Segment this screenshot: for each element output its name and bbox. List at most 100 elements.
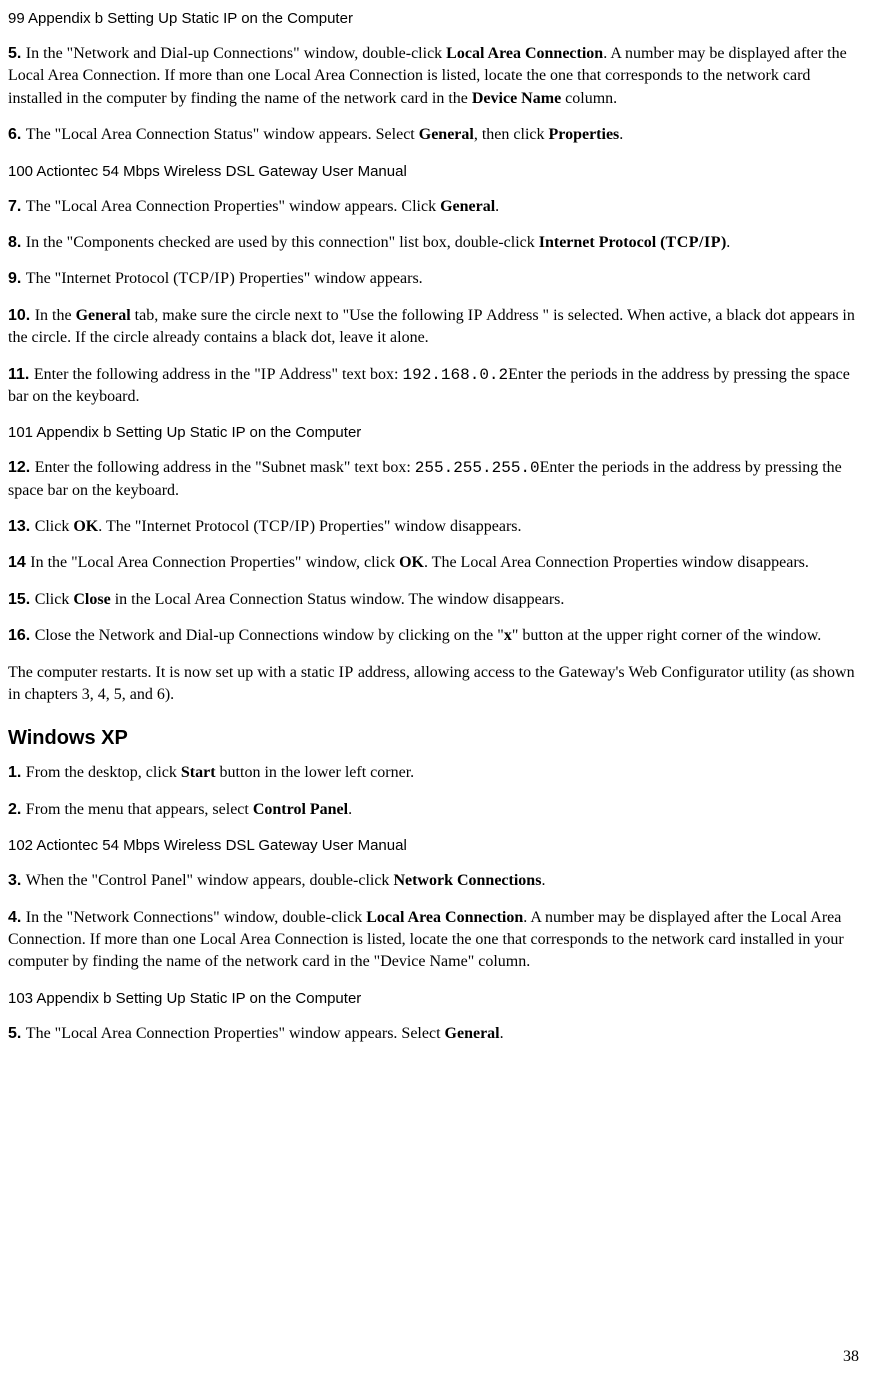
- page-header-99: 99 Appendix b Setting Up Static IP on th…: [8, 8, 867, 29]
- text: .: [500, 1025, 504, 1042]
- step-7: 7. The "Local Area Connection Properties…: [8, 196, 867, 218]
- text: When the "Control Panel" window appears,…: [26, 872, 394, 889]
- text: .: [348, 801, 352, 818]
- restart-paragraph: The computer restarts. It is now set up …: [8, 662, 867, 707]
- text: Click: [35, 591, 74, 608]
- bold-text: Local Area Connection: [366, 909, 523, 926]
- page-header-100: 100 Actiontec 54 Mbps Wireless DSL Gatew…: [8, 161, 867, 182]
- text: The "Local Area Connection Status" windo…: [26, 126, 419, 143]
- text: From the menu that appears, select: [26, 801, 253, 818]
- text: .: [619, 126, 623, 143]
- step-5: 5. In the "Network and Dial-up Connectio…: [8, 43, 867, 110]
- small-caps: TCP/IP: [259, 518, 310, 535]
- step-number: 7.: [8, 198, 26, 215]
- text: The computer restarts. It is now set up …: [8, 664, 339, 681]
- text: , then click: [474, 126, 549, 143]
- small-caps: IP: [261, 366, 276, 383]
- text: tab, make sure the circle next to "Use t…: [131, 307, 468, 324]
- text: .: [495, 198, 499, 215]
- step-number: 5.: [8, 1025, 26, 1042]
- step-number: 12.: [8, 459, 35, 476]
- text: . The "Internet Protocol (: [98, 518, 258, 535]
- step-11: 11. Enter the following address in the "…: [8, 364, 867, 409]
- step-number: 13.: [8, 518, 35, 535]
- step-number: 10.: [8, 307, 35, 324]
- text: The "Internet Protocol (: [26, 270, 179, 287]
- xp-step-2: 2. From the menu that appears, select Co…: [8, 799, 867, 821]
- step-8: 8. In the "Components checked are used b…: [8, 232, 867, 254]
- step-number: 14: [8, 554, 30, 571]
- text: . The Local Area Connection Properties w…: [424, 554, 809, 571]
- text: In the "Local Area Connection Properties…: [30, 554, 399, 571]
- text: ) Properties" window disappears.: [310, 518, 522, 535]
- xp-step-1: 1. From the desktop, click Start button …: [8, 762, 867, 784]
- text: .: [726, 234, 730, 251]
- small-caps: IP: [468, 307, 483, 324]
- step-13: 13. Click OK. The "Internet Protocol (TC…: [8, 516, 867, 538]
- step-number: 6.: [8, 126, 26, 143]
- text: In the "Network and Dial-up Connections"…: [26, 45, 446, 62]
- text: " button at the upper right corner of th…: [512, 627, 821, 644]
- text: .: [541, 872, 545, 889]
- text: The "Local Area Connection Properties" w…: [26, 1025, 445, 1042]
- step-15: 15. Click Close in the Local Area Connec…: [8, 589, 867, 611]
- text: Click: [35, 518, 74, 535]
- bold-text: Control Panel: [253, 801, 348, 818]
- text: The "Local Area Connection Properties" w…: [26, 198, 440, 215]
- text: From the desktop, click: [26, 764, 181, 781]
- page-header-102: 102 Actiontec 54 Mbps Wireless DSL Gatew…: [8, 835, 867, 856]
- step-number: 5.: [8, 45, 26, 62]
- text: button in the lower left corner.: [216, 764, 415, 781]
- step-6: 6. The "Local Area Connection Status" wi…: [8, 124, 867, 146]
- small-caps: TCP/IP: [179, 270, 230, 287]
- page-number: 38: [843, 1346, 859, 1368]
- text: column.: [561, 90, 617, 107]
- small-caps: IP: [339, 664, 354, 681]
- step-number: 11.: [8, 366, 34, 383]
- step-number: 4.: [8, 909, 26, 926]
- text: Enter the following address in the "Subn…: [35, 459, 415, 476]
- page-header-103: 103 Appendix b Setting Up Static IP on t…: [8, 988, 867, 1009]
- xp-step-3: 3. When the "Control Panel" window appea…: [8, 870, 867, 892]
- step-9: 9. The "Internet Protocol (TCP/IP) Prope…: [8, 268, 867, 290]
- step-number: 1.: [8, 764, 26, 781]
- bold-text: Network Connections: [393, 872, 541, 889]
- monospace-text: 192.168.0.2: [403, 366, 509, 384]
- text: Close the Network and Dial-up Connection…: [35, 627, 504, 644]
- step-14: 14 In the "Local Area Connection Propert…: [8, 552, 867, 574]
- step-12: 12. Enter the following address in the "…: [8, 457, 867, 502]
- step-number: 16.: [8, 627, 35, 644]
- bold-text: OK: [399, 554, 424, 571]
- text: Address" text box:: [276, 366, 403, 383]
- step-number: 9.: [8, 270, 26, 287]
- step-number: 2.: [8, 801, 26, 818]
- step-number: 3.: [8, 872, 26, 889]
- bold-text: Properties: [548, 126, 619, 143]
- step-number: 15.: [8, 591, 35, 608]
- bold-text: General: [76, 307, 131, 324]
- bold-text: Device Name: [472, 90, 561, 107]
- text: Enter the following address in the ": [34, 366, 261, 383]
- section-heading-windows-xp: Windows XP: [8, 724, 867, 752]
- text: In the "Components checked are used by t…: [26, 234, 539, 251]
- bold-text: Close: [73, 591, 110, 608]
- bold-text: General: [419, 126, 474, 143]
- monospace-text: 255.255.255.0: [415, 459, 540, 477]
- bold-text: Internet Protocol (TCP/IP): [539, 234, 727, 251]
- xp-step-5: 5. The "Local Area Connection Properties…: [8, 1023, 867, 1045]
- page-header-101: 101 Appendix b Setting Up Static IP on t…: [8, 422, 867, 443]
- bold-text: x: [504, 627, 512, 644]
- step-16: 16. Close the Network and Dial-up Connec…: [8, 625, 867, 647]
- xp-step-4: 4. In the "Network Connections" window, …: [8, 907, 867, 974]
- bold-text: Start: [181, 764, 216, 781]
- text: In the "Network Connections" window, dou…: [26, 909, 366, 926]
- text: ) Properties" window appears.: [230, 270, 423, 287]
- bold-text: General: [440, 198, 495, 215]
- bold-text: General: [445, 1025, 500, 1042]
- text: in the Local Area Connection Status wind…: [111, 591, 565, 608]
- text: In the: [35, 307, 76, 324]
- bold-text: Local Area Connection: [446, 45, 603, 62]
- step-number: 8.: [8, 234, 26, 251]
- bold-text: OK: [73, 518, 98, 535]
- step-10: 10. In the General tab, make sure the ci…: [8, 305, 867, 350]
